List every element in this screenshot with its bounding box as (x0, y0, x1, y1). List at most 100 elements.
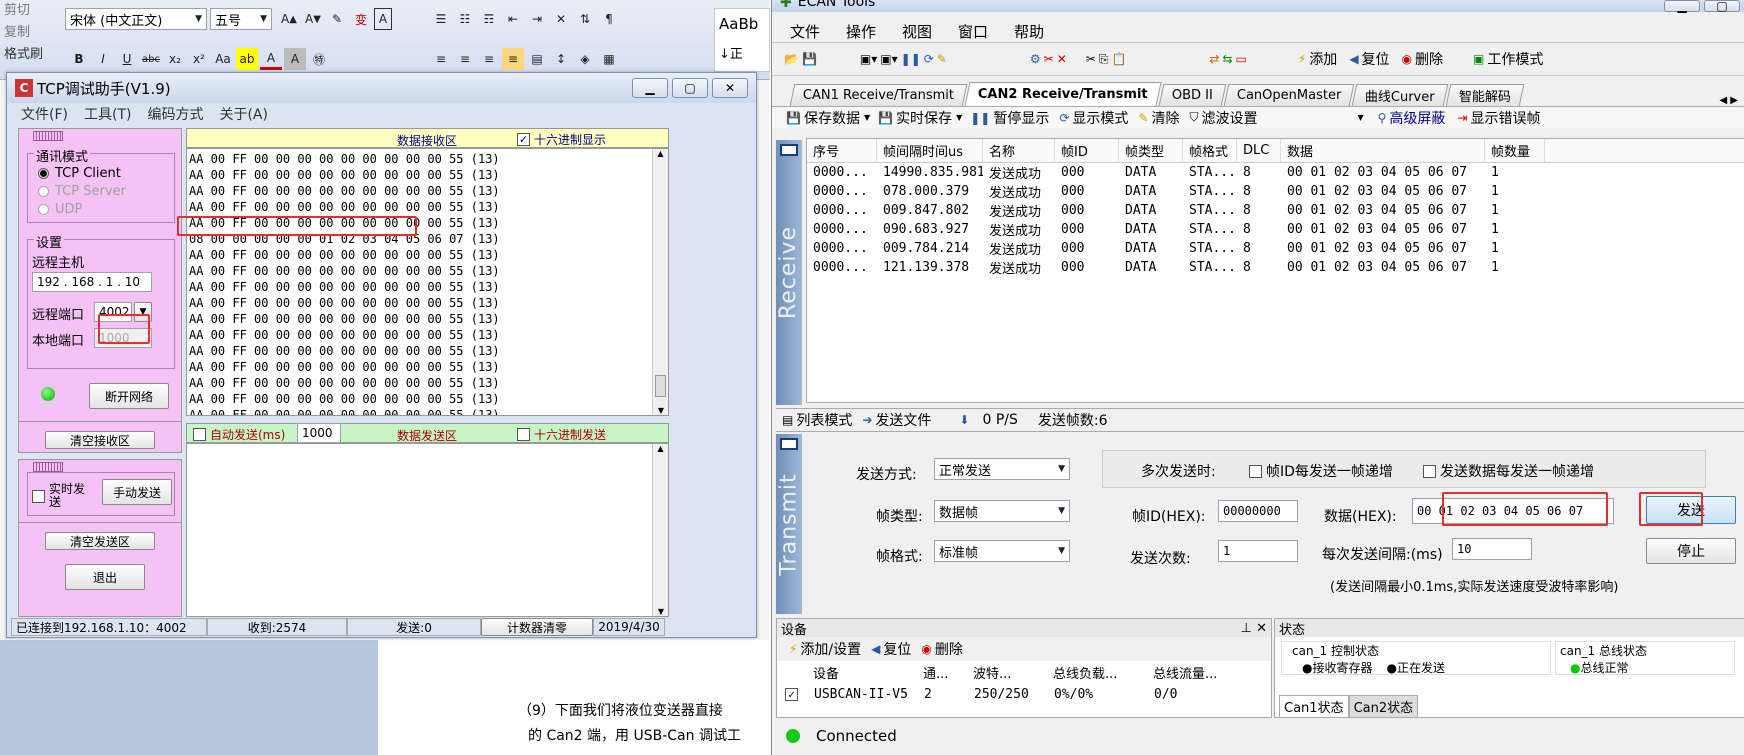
remote-ip-input[interactable]: 192 . 168 . 1 . 10 (32, 272, 152, 292)
frame-id-input[interactable]: 00000000 (1218, 500, 1298, 522)
superscript-icon[interactable]: x² (188, 48, 210, 70)
save-icon[interactable]: 💾 (802, 52, 817, 66)
grid-column-header[interactable]: 帧ID (1055, 139, 1119, 162)
change-case-icon[interactable]: Aa (212, 48, 234, 70)
italic-icon[interactable]: I (92, 48, 114, 70)
distributed-icon[interactable]: ▤ (526, 48, 548, 70)
clear-send-button[interactable]: 清空发送区 (45, 532, 155, 550)
table-row[interactable]: 0000... 078.000.379 发送成功 000 DATA STA... 8 00 0… (807, 182, 1744, 201)
frame-type-select[interactable]: 数据帧 ▼ (934, 500, 1070, 522)
table-row[interactable]: 0000... 009.847.802 发送成功 000 DATA STA... 8 00 0… (807, 201, 1744, 220)
numbering-icon[interactable]: ☷ (454, 8, 476, 30)
grid-column-header[interactable]: 数据 (1281, 139, 1485, 162)
format-painter-button[interactable]: 格式刷 (4, 44, 62, 66)
menu-file[interactable]: 文件 (790, 21, 820, 42)
delete-x-icon[interactable]: ✕ (1057, 52, 1067, 66)
device-row[interactable]: ✓ USBCAN-II-V5 2 250/250 0%/0% 0/0 (777, 683, 1271, 705)
device2-icon[interactable]: ▣▾ (880, 52, 897, 66)
grid-column-header[interactable]: 帧间隔时间us (877, 139, 983, 162)
interval-input[interactable]: 10 (1452, 538, 1532, 560)
subscript-icon[interactable]: x₂ (164, 48, 186, 70)
align-right-icon[interactable]: ≡ (478, 48, 500, 70)
mode-udp[interactable]: UDP (38, 202, 82, 217)
transfer-icon[interactable]: ⇄ (1209, 52, 1219, 66)
delete-icon[interactable]: ◉ (1402, 52, 1412, 66)
clean-icon[interactable]: ✎ (937, 52, 947, 66)
toolbar-reset-button[interactable]: 复位 (1362, 49, 1390, 69)
multilevel-icon[interactable]: ☶ (478, 8, 500, 30)
paste-icon[interactable]: 📋 (1111, 52, 1126, 66)
underline-icon[interactable]: U (116, 48, 138, 70)
toolbar-add-button[interactable]: 添加 (1309, 49, 1337, 69)
tab-can1[interactable]: CAN1 Receive/Transmit (789, 84, 968, 106)
clear-button[interactable]: 清除 (1151, 108, 1179, 128)
send-count-input[interactable]: 1 (1218, 540, 1298, 562)
pause-icon[interactable]: ❚❚ (901, 52, 921, 66)
filter-settings-button[interactable]: 滤波设置 (1201, 108, 1257, 128)
advanced-mask-button[interactable]: 高级屏蔽 (1389, 108, 1445, 128)
style-gallery-item[interactable]: AaBb ↓正 (714, 8, 770, 72)
tab-scroll-icon[interactable]: ◀ ▶ (1719, 95, 1738, 106)
list-mode-button[interactable]: 列表模式 (796, 410, 852, 430)
receive-grid[interactable]: 序号 帧间隔时间us 名称 帧ID 帧类型 帧格式 DLC 数据 帧数量 0000... 1499… (806, 138, 1744, 403)
auto-send-interval-input[interactable]: 1000 (297, 423, 341, 443)
grid-column-header[interactable]: DLC (1237, 139, 1281, 162)
menu-tools[interactable]: 工具(T) (84, 104, 131, 124)
scroll-thumb[interactable] (655, 375, 666, 397)
menu-view[interactable]: 视图 (902, 21, 932, 42)
disconnect-button[interactable]: 断开网络 (89, 383, 169, 409)
menu-window[interactable]: 窗口 (958, 21, 988, 42)
menu-help[interactable]: 帮助 (1014, 21, 1044, 42)
table-row[interactable]: 0000... 14990.835.981 发送成功 000 DATA STA... 8 00… (807, 163, 1744, 182)
maximize-button[interactable]: ▢ (1704, 0, 1740, 13)
auto-send-checkbox[interactable]: 自动发送(ms) (193, 426, 285, 443)
minimize-button[interactable]: ▁ (1664, 0, 1700, 13)
open-icon[interactable]: 📂 (784, 52, 799, 66)
show-marks-icon[interactable]: ¶ (598, 8, 620, 30)
reset-icon[interactable]: ◀ (1349, 52, 1358, 66)
settings-icon[interactable]: ⚙ (1030, 52, 1041, 66)
toolbar-workmode-button[interactable]: 工作模式 (1487, 49, 1543, 69)
decrease-indent-icon[interactable]: ⇤ (502, 8, 524, 30)
menu-operation[interactable]: 操作 (846, 21, 876, 42)
realtime-save-button[interactable]: 实时保存 (896, 108, 952, 128)
add-icon[interactable]: ⚡ (1298, 52, 1306, 66)
send-area[interactable]: ▲ ▼ (186, 443, 669, 617)
font-name-select[interactable]: 宋体 (中文正文) ▼ (65, 8, 207, 30)
pause-display-button[interactable]: 暂停显示 (993, 108, 1049, 128)
grid-column-header[interactable]: 帧数量 (1485, 139, 1545, 162)
phonetic-icon[interactable]: 变 (350, 8, 372, 30)
device-checkbox[interactable]: ✓ (785, 687, 798, 701)
menu-encoding[interactable]: 编码方式 (147, 104, 203, 124)
char-border-icon[interactable]: A (374, 8, 392, 30)
grid-column-header[interactable]: 帧类型 (1119, 139, 1183, 162)
close-button[interactable]: ✕ (712, 78, 748, 98)
exit-button[interactable]: 退出 (65, 564, 145, 590)
tools-icon[interactable]: ✂ (1044, 52, 1054, 66)
font-color-icon[interactable]: A (260, 48, 282, 70)
send-mode-select[interactable]: 正常发送 ▼ (934, 458, 1070, 480)
device-icon[interactable]: ▣▾ (860, 52, 877, 66)
minus-icon[interactable]: ▭ (1236, 52, 1247, 66)
table-row[interactable]: 0000... 090.683.927 发送成功 000 DATA STA... 8 00 0… (807, 220, 1744, 239)
receive-area[interactable]: AA 00 FF 00 00 00 00 00 00 00 00 00 55 (… (186, 148, 669, 416)
receive-scrollbar[interactable]: ▲ ▼ (652, 149, 668, 415)
clear-receive-button[interactable]: 清空接收区 (45, 431, 155, 449)
device-add-button[interactable]: 添加/设置 (800, 639, 861, 659)
save-data-button[interactable]: 保存数据 (804, 108, 860, 128)
id-increment-checkbox[interactable]: 帧ID每发送一帧递增 (1249, 461, 1393, 481)
tab-can1-status[interactable]: Can1状态 (1279, 695, 1349, 718)
char-shading-icon[interactable]: A (284, 48, 306, 70)
tab-can2[interactable]: CAN2 Receive/Transmit (964, 82, 1162, 106)
mode-tcp-client[interactable]: TCP Client (38, 166, 121, 181)
chevron-down-icon[interactable]: ▼ (1357, 113, 1363, 122)
highlight-icon[interactable]: ab (236, 48, 258, 70)
hex-display-checkbox[interactable]: ✓ 十六进制显示 (517, 131, 606, 148)
toolbar-delete-button[interactable]: 删除 (1415, 49, 1443, 69)
align-center-icon[interactable]: ≡ (454, 48, 476, 70)
shading-icon[interactable]: ◈ (574, 48, 596, 70)
table-row[interactable]: 0000... 121.139.378 发送成功 000 DATA STA... 8 00 0… (807, 258, 1744, 277)
send-scrollbar[interactable]: ▲ ▼ (652, 444, 668, 616)
tab-can2-status[interactable]: Can2状态 (1348, 695, 1419, 718)
chevron-down-icon[interactable]: ▼ (956, 113, 962, 122)
